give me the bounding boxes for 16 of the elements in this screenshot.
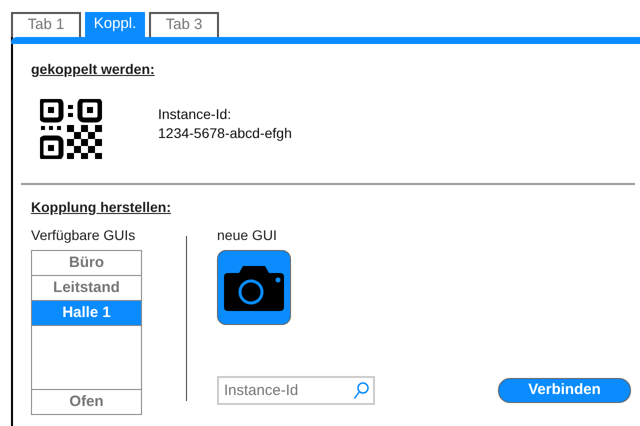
camera-button[interactable] xyxy=(217,250,291,325)
new-gui-label: neue GUI xyxy=(217,226,278,244)
qr-code-icon xyxy=(40,99,102,159)
section-heading: gekoppelt werden: xyxy=(31,60,156,78)
list-item[interactable]: Halle 1 xyxy=(32,301,141,326)
search-icon xyxy=(353,382,369,400)
tab[interactable]: Tab 3 xyxy=(149,12,219,37)
tab[interactable]: Tab 1 xyxy=(11,12,81,37)
camera-icon xyxy=(223,264,285,312)
connect-button[interactable]: Verbinden xyxy=(498,378,631,403)
instance-id-value: 1234-5678-abcd-efgh xyxy=(158,124,292,143)
list-label: Verfügbare GUIs xyxy=(31,226,136,244)
search-field[interactable]: Instance-Id xyxy=(217,376,375,405)
instance-id-label: Instance-Id: xyxy=(158,105,232,124)
tab[interactable]: Koppl. xyxy=(85,12,145,37)
section-heading: Kopplung herstellen: xyxy=(31,198,172,216)
